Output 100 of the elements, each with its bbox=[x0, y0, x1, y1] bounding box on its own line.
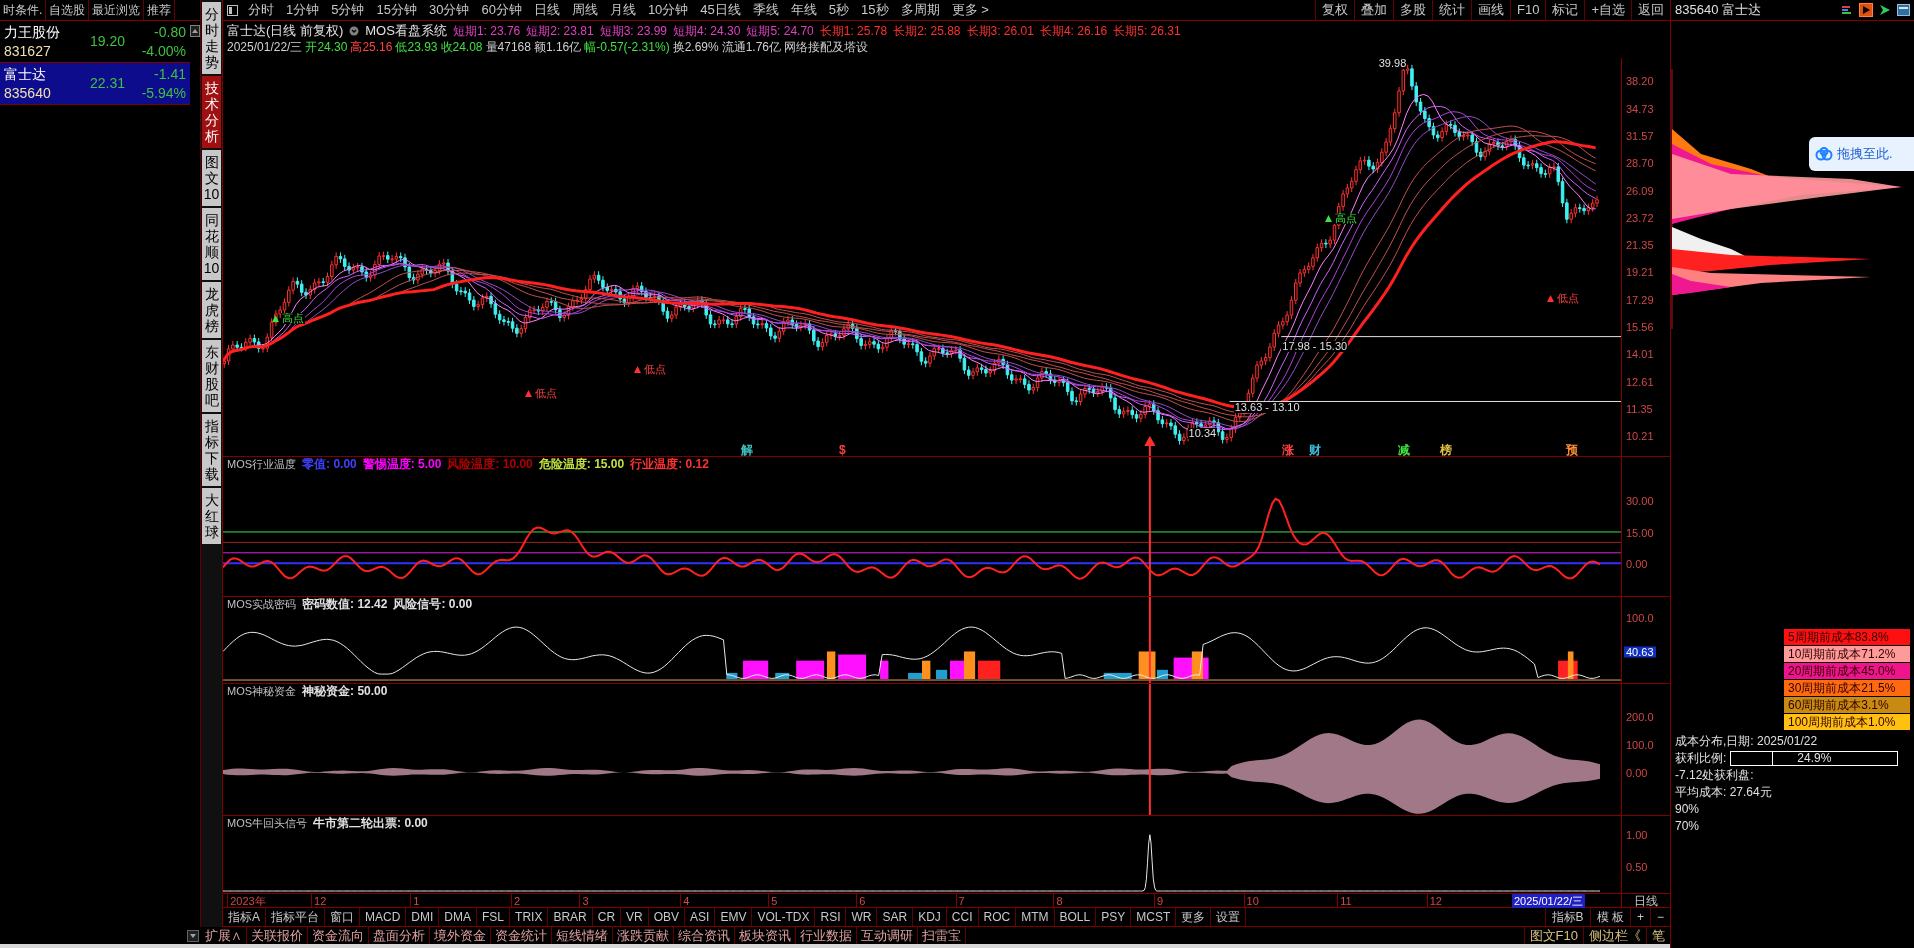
panel-toggle-icon[interactable] bbox=[227, 4, 238, 16]
indicator-tab[interactable]: CR bbox=[592, 908, 622, 926]
bar-chart-icon[interactable] bbox=[1841, 4, 1853, 16]
indicator-tab[interactable]: MTM bbox=[1016, 908, 1055, 926]
side-tab[interactable]: 分时走势 bbox=[202, 2, 221, 74]
toolbar-button[interactable]: 标记 bbox=[1545, 0, 1585, 20]
indicator-tab[interactable]: MACD bbox=[360, 908, 407, 926]
indicator-tab[interactable]: 设置 bbox=[1211, 908, 1247, 926]
period-tab[interactable]: 年线 bbox=[784, 0, 823, 20]
watchlist-row[interactable]: 富士达 835640 22.31 -1.41 -5.94% bbox=[0, 63, 190, 105]
play-icon[interactable] bbox=[1859, 3, 1873, 17]
bottom-tab[interactable]: 关联报价 bbox=[247, 927, 308, 944]
window-icon[interactable] bbox=[1897, 4, 1910, 16]
watchlist-tab[interactable]: 自选股 bbox=[46, 0, 90, 20]
bottom-tab[interactable]: 短线情绪 bbox=[552, 927, 613, 944]
indicator-tab[interactable]: MCST bbox=[1131, 908, 1177, 926]
period-tab[interactable]: 日线 bbox=[527, 0, 566, 20]
toolbar-button[interactable]: 叠加 bbox=[1354, 0, 1393, 20]
indicator-tab[interactable]: ASI bbox=[685, 908, 716, 926]
bottom-tab[interactable]: 涨跌贡献 bbox=[613, 927, 674, 944]
indicator-title[interactable]: MOS牛回头信号 bbox=[227, 816, 308, 830]
bottom-tab[interactable]: 综合资讯 bbox=[674, 927, 735, 944]
watchlist-tab[interactable]: 时条件. bbox=[0, 0, 47, 20]
indicator-tab[interactable]: WR bbox=[846, 908, 878, 926]
indicator-tab[interactable]: 指标A bbox=[223, 908, 266, 926]
period-tab[interactable]: 季线 bbox=[746, 0, 785, 20]
bottom-tab[interactable]: 扩展∧ bbox=[201, 927, 247, 944]
toolbar-button[interactable]: 多股 bbox=[1393, 0, 1432, 20]
bottom-tab[interactable]: 行业数据 bbox=[796, 927, 857, 944]
toolbar-button[interactable]: 画线 bbox=[1471, 0, 1510, 20]
side-tab[interactable]: 同花顺10 bbox=[202, 208, 221, 280]
drag-hint-popup[interactable]: 拖拽至此. bbox=[1809, 137, 1914, 171]
event-marker[interactable]: 榜 bbox=[1439, 444, 1454, 456]
bottom-tab[interactable]: 板块资讯 bbox=[735, 927, 796, 944]
indicator-tab[interactable]: 指标平台 bbox=[266, 908, 325, 926]
period-tab[interactable]: 1分钟 bbox=[280, 0, 326, 20]
watchlist-tab[interactable]: 最近浏览 bbox=[89, 0, 145, 20]
indicator-tab[interactable]: OBV bbox=[648, 908, 686, 926]
bottom-tab[interactable]: 资金统计 bbox=[491, 927, 552, 944]
toolbar-button[interactable]: 统计 bbox=[1432, 0, 1471, 20]
indicator-tab[interactable]: EMV bbox=[715, 908, 753, 926]
bottom-tool-button[interactable]: 笔 bbox=[1646, 927, 1670, 944]
toolbar-button[interactable]: F10 bbox=[1510, 0, 1546, 20]
event-marker[interactable]: $ bbox=[838, 444, 847, 456]
period-tab[interactable]: 月线 bbox=[603, 0, 642, 20]
indicator-tab[interactable]: 窗口 bbox=[325, 908, 360, 926]
bottom-tab[interactable]: 境外资金 bbox=[430, 927, 491, 944]
indicator-title[interactable]: MOS神秘资金 bbox=[227, 684, 297, 698]
indicator-tab[interactable]: DMI bbox=[406, 908, 440, 926]
event-marker[interactable]: 预 bbox=[1565, 444, 1580, 456]
bottom-tab[interactable]: 扫雷宝 bbox=[918, 927, 966, 944]
bottom-tool-button[interactable]: 侧边栏《 bbox=[1583, 927, 1646, 944]
indicator-tab[interactable]: CCI bbox=[946, 908, 979, 926]
arrow-icon[interactable] bbox=[1879, 4, 1891, 16]
event-marker[interactable]: 财 bbox=[1307, 444, 1322, 456]
side-tab[interactable]: 大红球 bbox=[202, 488, 221, 544]
period-tab[interactable]: 分时 bbox=[242, 0, 280, 20]
side-tab[interactable]: 东财股吧 bbox=[202, 340, 221, 412]
toolbar-button[interactable]: 返回 bbox=[1631, 0, 1670, 20]
event-marker[interactable]: 涨 bbox=[1281, 444, 1296, 456]
period-tab[interactable]: 周线 bbox=[565, 0, 604, 20]
scroll-up-icon[interactable] bbox=[190, 25, 200, 37]
watchlist-tab[interactable]: 推荐 bbox=[144, 0, 176, 20]
indicator-tab[interactable]: VR bbox=[621, 908, 649, 926]
indicator-tab[interactable]: ROC bbox=[978, 908, 1017, 926]
side-tab[interactable]: 图文10 bbox=[202, 150, 221, 206]
dropdown-icon[interactable] bbox=[349, 26, 360, 36]
indicator-tab[interactable]: RSI bbox=[815, 908, 847, 926]
indicator-tool-button[interactable]: − bbox=[1650, 908, 1670, 926]
indicator-tab[interactable]: BRAR bbox=[548, 908, 593, 926]
period-tab[interactable]: 5秒 bbox=[822, 0, 856, 20]
period-tab[interactable]: 多周期 bbox=[894, 0, 946, 20]
side-tab[interactable]: 指标下载 bbox=[202, 414, 221, 486]
period-tab[interactable]: 5分钟 bbox=[325, 0, 371, 20]
indicator-tab[interactable]: TRIX bbox=[510, 908, 549, 926]
period-tab[interactable]: 45日线 bbox=[694, 0, 747, 20]
indicator-tool-button[interactable]: + bbox=[1629, 908, 1650, 926]
period-tab[interactable]: 60分钟 bbox=[475, 0, 528, 20]
indicator-title[interactable]: MOS实战密码 bbox=[227, 597, 297, 611]
side-tab[interactable]: 龙虎榜 bbox=[202, 282, 221, 338]
period-tab[interactable]: 10分钟 bbox=[641, 0, 695, 20]
indicator-title[interactable]: MOS行业温度 bbox=[227, 457, 297, 471]
indicator-tool-button[interactable]: 模 板 bbox=[1589, 908, 1630, 926]
bottom-tab[interactable]: 盘面分析 bbox=[369, 927, 430, 944]
indicator-tab[interactable]: BOLL bbox=[1054, 908, 1097, 926]
event-marker[interactable]: 减 bbox=[1397, 444, 1412, 456]
period-tab[interactable]: 更多 > bbox=[945, 0, 995, 20]
bottom-tool-button[interactable]: 图文F10 bbox=[1523, 927, 1583, 944]
period-tab[interactable]: 30分钟 bbox=[422, 0, 476, 20]
bottom-tab[interactable]: 资金流向 bbox=[308, 927, 369, 944]
indicator-tab[interactable]: 更多 bbox=[1176, 908, 1212, 926]
bottom-tab[interactable]: 互动调研 bbox=[857, 927, 918, 944]
indicator-tab[interactable]: VOL-TDX bbox=[752, 908, 816, 926]
toolbar-button[interactable]: 复权 bbox=[1315, 0, 1354, 20]
toolbar-button[interactable]: +自选 bbox=[1584, 0, 1631, 20]
indicator-tab[interactable]: DMA bbox=[439, 908, 478, 926]
indicator-tab[interactable]: FSL bbox=[477, 908, 511, 926]
indicator-tab[interactable]: KDJ bbox=[913, 908, 947, 926]
indicator-tool-button[interactable]: 指标B bbox=[1544, 908, 1590, 926]
indicator-tab[interactable]: SAR bbox=[877, 908, 914, 926]
